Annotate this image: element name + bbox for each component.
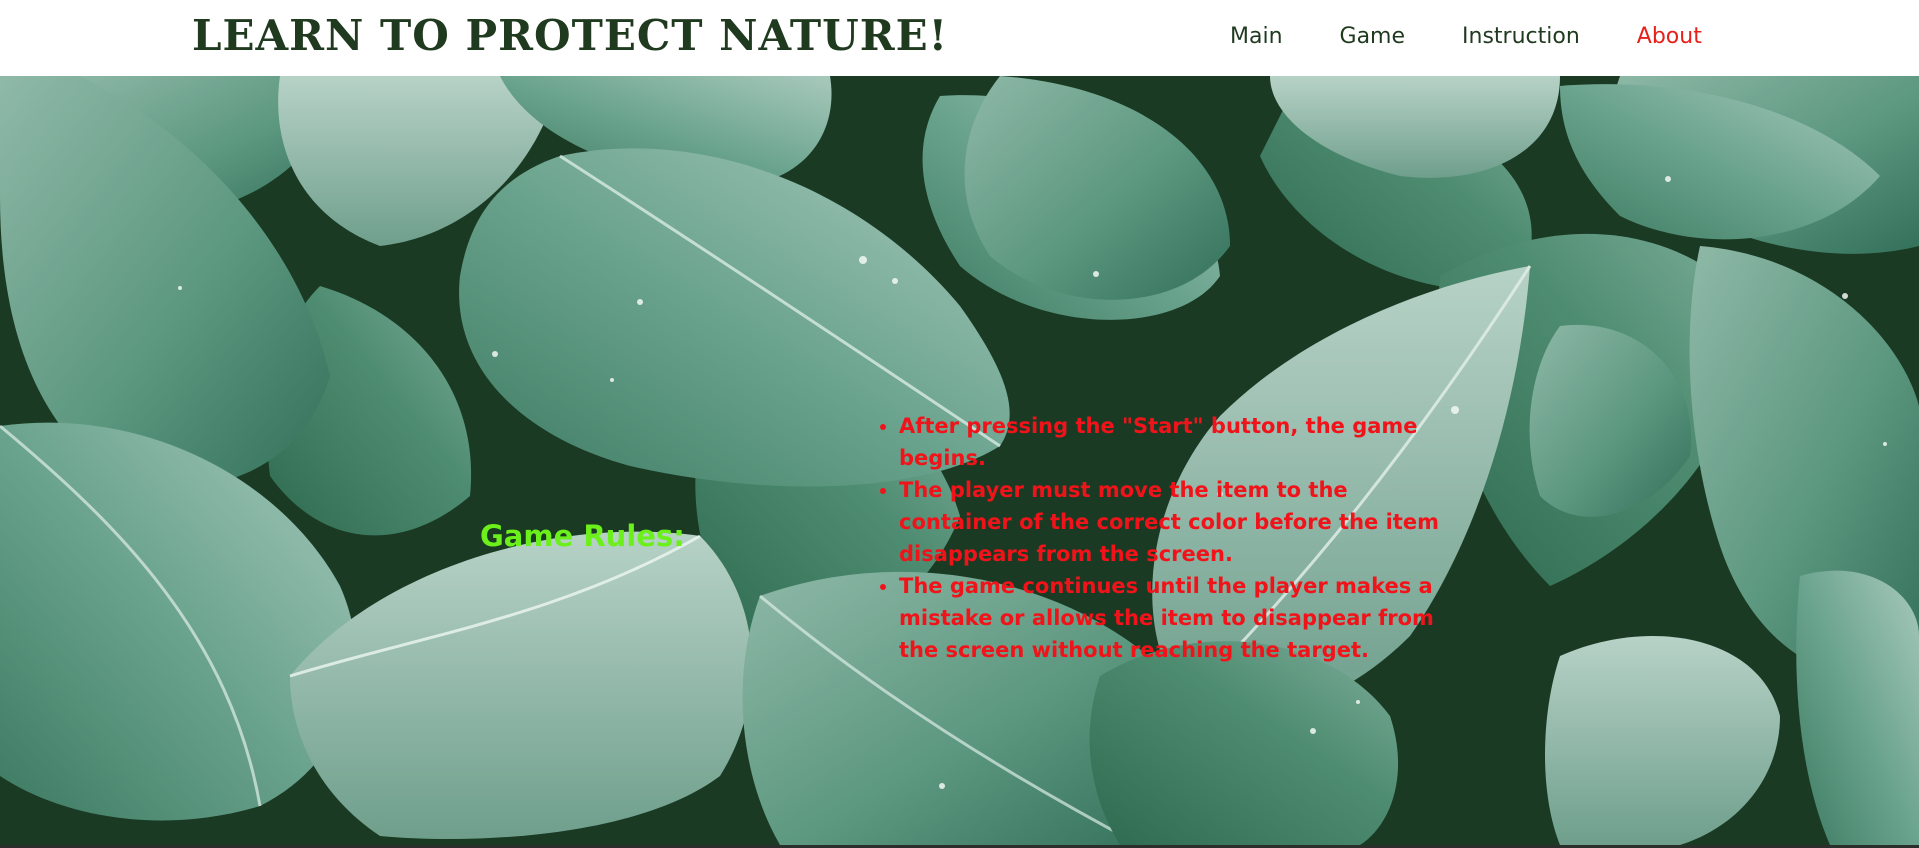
site-title: LEARN TO PROTECT NATURE! [192, 11, 949, 60]
game-rules-heading: Game Rules: [480, 519, 685, 553]
rule-item: After pressing the "Start" button, the g… [899, 410, 1459, 474]
rule-item: The game continues until the player make… [899, 570, 1459, 666]
game-rules-list: After pressing the "Start" button, the g… [875, 410, 1459, 666]
site-header: LEARN TO PROTECT NATURE! Main Game Instr… [0, 0, 1919, 76]
main-nav: Main Game Instruction About [1230, 20, 1702, 52]
nav-instruction-link[interactable]: Instruction [1462, 24, 1580, 49]
nav-main-link[interactable]: Main [1230, 24, 1283, 49]
nav-about-link[interactable]: About [1637, 24, 1702, 49]
rule-item: The player must move the item to the con… [899, 474, 1459, 570]
nav-game-link[interactable]: Game [1340, 24, 1406, 49]
hero-section: Game Rules: After pressing the "Start" b… [0, 76, 1919, 845]
